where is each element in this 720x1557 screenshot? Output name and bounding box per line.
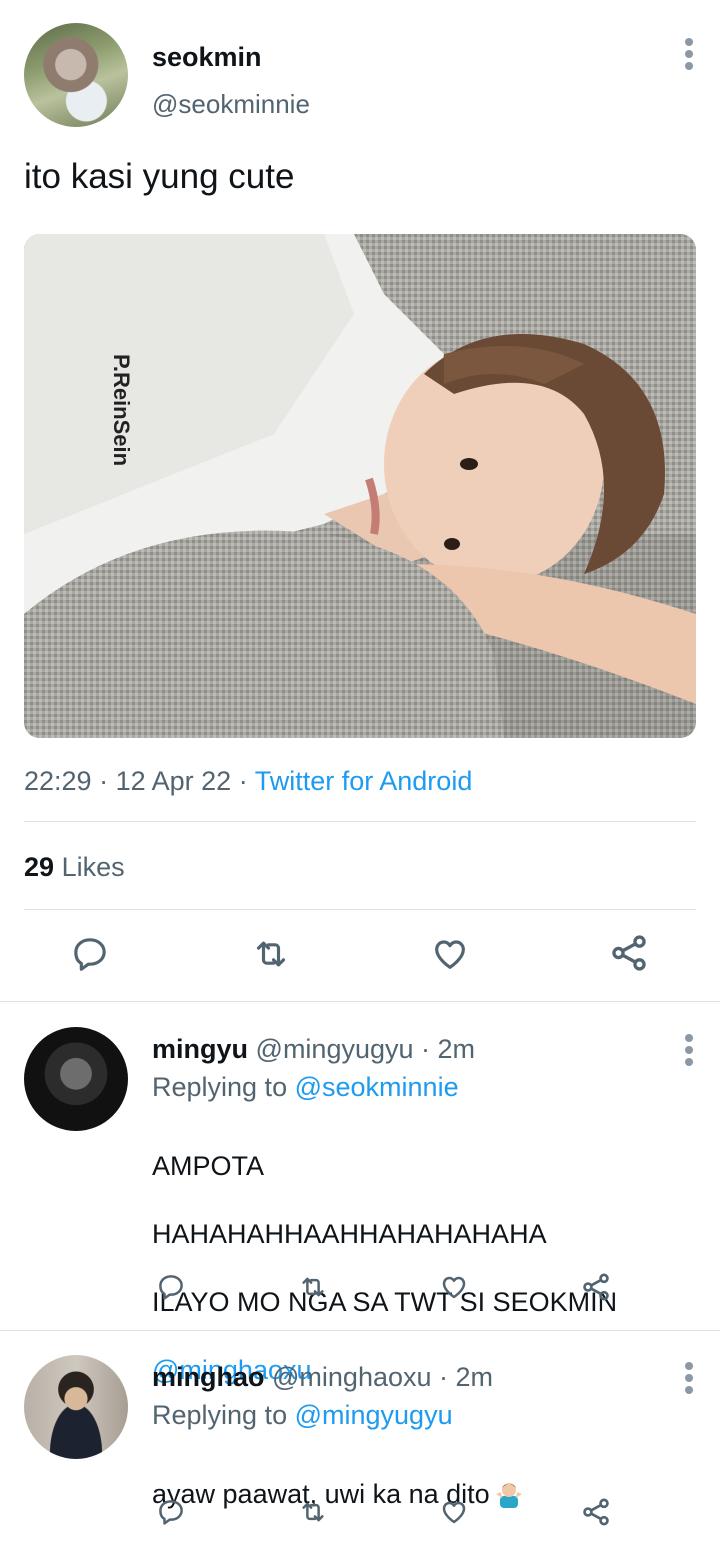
more-options-icon[interactable]	[684, 38, 694, 72]
replying-to-mention[interactable]: @seokminnie	[295, 1072, 459, 1102]
more-options-icon[interactable]	[684, 1034, 694, 1068]
reply-icon[interactable]	[70, 934, 110, 974]
meta-separator: ·	[99, 766, 109, 796]
divider	[24, 909, 696, 910]
reply-icon[interactable]	[156, 1272, 186, 1302]
meta-separator: ·	[238, 766, 248, 796]
shirt-print-text: P.ReinSein	[109, 354, 134, 466]
likes-count[interactable]: 29 Likes	[24, 852, 125, 883]
likes-label: Likes	[61, 852, 125, 882]
author-handle[interactable]: @seokminnie	[152, 89, 310, 120]
reply-author-name: mingyu	[152, 1034, 249, 1064]
replying-to-prefix: Replying to	[152, 1072, 288, 1102]
reply-avatar[interactable]	[24, 1355, 128, 1459]
tweet-time: 22:29	[24, 766, 92, 796]
share-icon[interactable]	[580, 1496, 612, 1528]
main-tweet: seokmin @seokminnie ito kasi yung cute P…	[0, 0, 720, 1002]
replying-to: Replying to @seokminnie	[152, 1072, 459, 1103]
reply-author[interactable]: minghao @minghaoxu · 2m	[152, 1362, 493, 1393]
likes-number: 29	[24, 852, 55, 882]
replying-to-mention[interactable]: @mingyugyu	[295, 1400, 453, 1430]
reply-time: · 2m	[421, 1034, 476, 1064]
reply-author-handle: @mingyugyu	[255, 1034, 414, 1064]
reply-author-handle: @minghaoxu	[272, 1362, 432, 1392]
reply-icon[interactable]	[156, 1497, 186, 1527]
tweet-photo[interactable]: P.ReinSein	[24, 234, 696, 738]
reply-author[interactable]: mingyu @mingyugyu · 2m	[152, 1034, 475, 1065]
reply-item[interactable]: minghao @minghaoxu · 2m Replying to @min…	[0, 1331, 720, 1557]
person-shrugging-emoji	[494, 1478, 524, 1508]
replying-to-prefix: Replying to	[152, 1400, 288, 1430]
share-icon[interactable]	[580, 1271, 612, 1303]
tweet-meta: 22:29 · 12 Apr 22 · Twitter for Android	[24, 766, 472, 797]
reply-avatar[interactable]	[24, 1027, 128, 1131]
retweet-icon[interactable]	[297, 1272, 329, 1302]
more-options-icon[interactable]	[684, 1362, 694, 1396]
divider	[24, 821, 696, 822]
reply-text-line: ILAYO MO NGA SA TWT SI SEOKMIN	[152, 1287, 618, 1317]
reply-item[interactable]: mingyu @mingyugyu · 2m Replying to @seok…	[0, 1002, 720, 1385]
reply-time: · 2m	[439, 1362, 494, 1392]
retweet-icon[interactable]	[297, 1497, 329, 1527]
like-icon[interactable]	[438, 1497, 470, 1527]
replying-to: Replying to @mingyugyu	[152, 1400, 453, 1431]
share-icon[interactable]	[608, 932, 650, 974]
reply-author-name: minghao	[152, 1362, 265, 1392]
reply-text-line: HAHAHAHHAAHHAHAHAHAHA	[152, 1219, 547, 1249]
author-avatar[interactable]	[24, 23, 128, 127]
author-name[interactable]: seokmin	[152, 42, 262, 73]
reply-text-line: AMPOTA	[152, 1151, 265, 1181]
like-icon[interactable]	[429, 934, 471, 974]
tweet-source-link[interactable]: Twitter for Android	[255, 766, 473, 796]
tweet-text: ito kasi yung cute	[24, 157, 295, 196]
retweet-icon[interactable]	[250, 934, 292, 974]
tweet-date: 12 Apr 22	[115, 766, 232, 796]
like-icon[interactable]	[438, 1272, 470, 1302]
